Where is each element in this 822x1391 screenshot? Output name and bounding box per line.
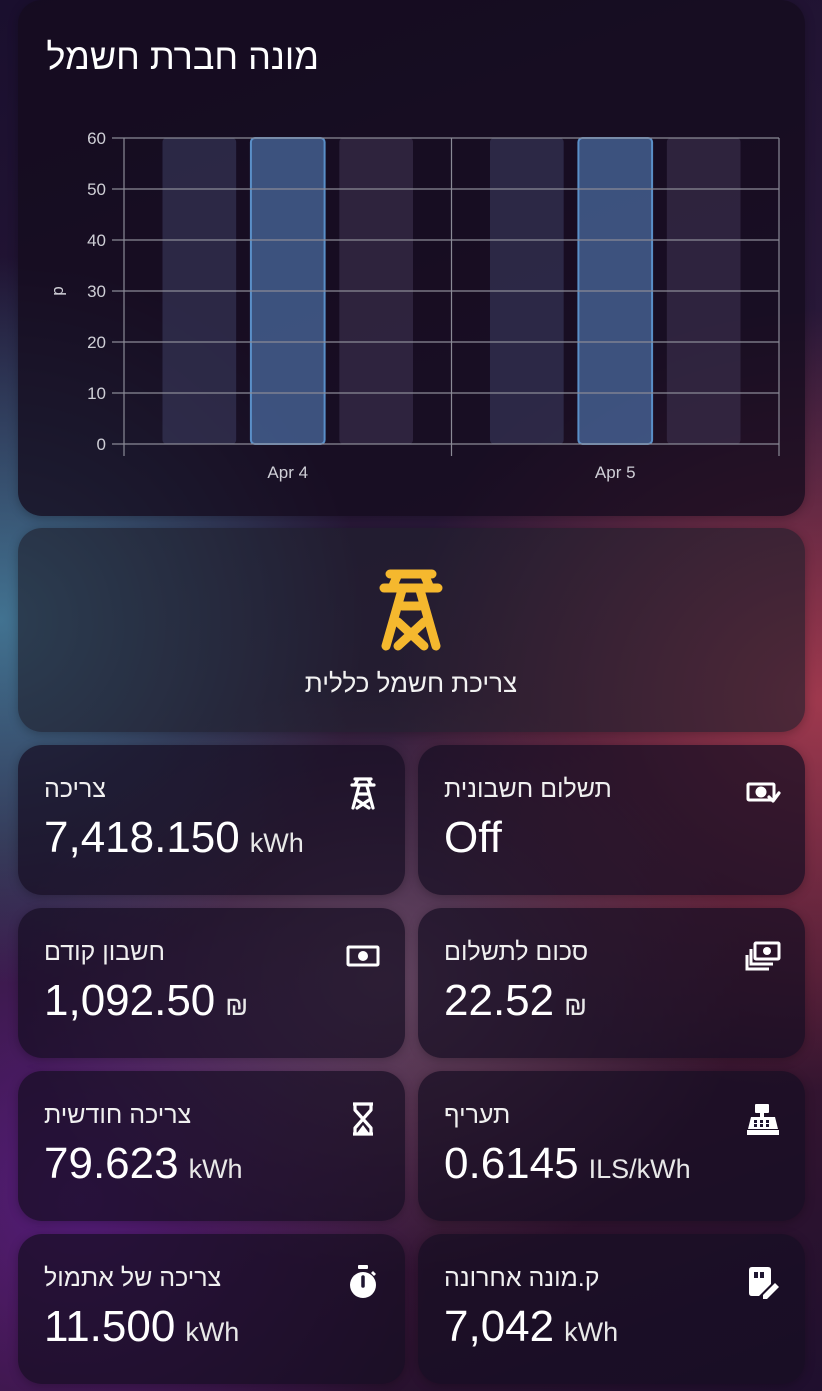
tile-value: 7,418.150 kWh (44, 813, 304, 863)
y-tick-label: 50 (87, 180, 106, 199)
tile-label: צריכה חודשית (44, 1101, 192, 1129)
chart-card: מונה חברת חשמל 0 10 20 30 40 50 60 Apr 4 Apr 5d (18, 0, 805, 516)
tile-value-number: 1,092.50 (44, 976, 216, 1025)
cash-check-icon (746, 782, 781, 803)
tile-label: צריכה של אתמול (44, 1264, 222, 1292)
y-tick-label: 20 (87, 333, 106, 352)
cash-icon (346, 945, 380, 967)
tile-value-unit: ILS/kWh (588, 1154, 691, 1184)
tile-value-number: 22.52 (444, 976, 555, 1025)
tile-value: Off (444, 813, 512, 863)
tile-value-number: 79.623 (44, 1139, 179, 1188)
tile-value: 11.500 kWh (44, 1302, 239, 1352)
entity-tile[interactable]: חשבון קודם 1,092.50 ₪ (18, 908, 405, 1058)
tile-value-number: 11.500 (44, 1302, 176, 1351)
entity-tile[interactable]: ק.מונה אחרונה 7,042 kWh (418, 1234, 805, 1384)
tile-label: תשלום חשבונית (444, 775, 612, 803)
tile-value: 1,092.50 ₪ (44, 976, 248, 1026)
tile-value-number: Off (444, 813, 502, 862)
cash-multiple-icon (745, 941, 781, 971)
y-tick-label: 60 (87, 129, 106, 148)
entity-tile[interactable]: צריכה של אתמול 11.500 kWh (18, 1234, 405, 1384)
meter-edit-icon (749, 1267, 779, 1299)
timer-icon (350, 1265, 376, 1298)
x-tick-label: Apr 4 (267, 463, 308, 482)
tile-value-unit: ₪ (225, 991, 249, 1021)
entity-tile[interactable]: צריכה חודשית 79.623 kWh (18, 1071, 405, 1221)
tile-value-unit: kWh (188, 1154, 243, 1184)
transmission-tower-icon (350, 777, 376, 810)
y-tick-label: 0 (97, 435, 106, 454)
y-tick-label: 10 (87, 384, 106, 403)
tile-value-unit: kWh (249, 828, 304, 858)
tile-label: צריכה (44, 775, 106, 803)
cash-register-icon (747, 1104, 779, 1135)
tile-value: 22.52 ₪ (444, 976, 587, 1026)
tile-value-number: 0.6145 (444, 1139, 579, 1188)
tile-value: 79.623 kWh (44, 1139, 243, 1189)
bar-chart[interactable]: 0 10 20 30 40 50 60 Apr 4 Apr 5 d (18, 0, 805, 516)
y-tick-label: 30 (87, 282, 106, 301)
transmission-tower-icon (379, 569, 443, 651)
entity-tile[interactable]: תשלום חשבונית Off (418, 745, 805, 895)
hourglass-icon (353, 1102, 373, 1136)
y-axis-label: d (50, 286, 69, 295)
x-tick-label: Apr 5 (595, 463, 636, 482)
tile-label: ק.מונה אחרונה (444, 1264, 600, 1292)
tile-value: 7,042 kWh (444, 1302, 618, 1352)
tile-value: 0.6145 ILS/kWh (444, 1139, 691, 1189)
tile-label: חשבון קודם (44, 938, 165, 966)
y-tick-label: 40 (87, 231, 106, 250)
total-consumption-label: צריכת חשמל כללית (304, 668, 518, 698)
tile-value-number: 7,042 (444, 1302, 555, 1351)
tile-label: תעריף (444, 1101, 511, 1129)
tile-value-number: 7,418.150 (44, 813, 240, 862)
tile-value-unit: ₪ (564, 991, 588, 1021)
entity-tile[interactable]: תעריף 0.6145 ILS/kWh (418, 1071, 805, 1221)
entity-tile[interactable]: צריכה 7,418.150 kWh (18, 745, 405, 895)
total-consumption-card[interactable] (18, 528, 805, 732)
tile-value-unit: kWh (185, 1317, 240, 1347)
tile-value-unit: kWh (564, 1317, 619, 1347)
tile-label: סכום לתשלום (444, 938, 589, 966)
entity-tile[interactable]: סכום לתשלום 22.52 ₪ (418, 908, 805, 1058)
